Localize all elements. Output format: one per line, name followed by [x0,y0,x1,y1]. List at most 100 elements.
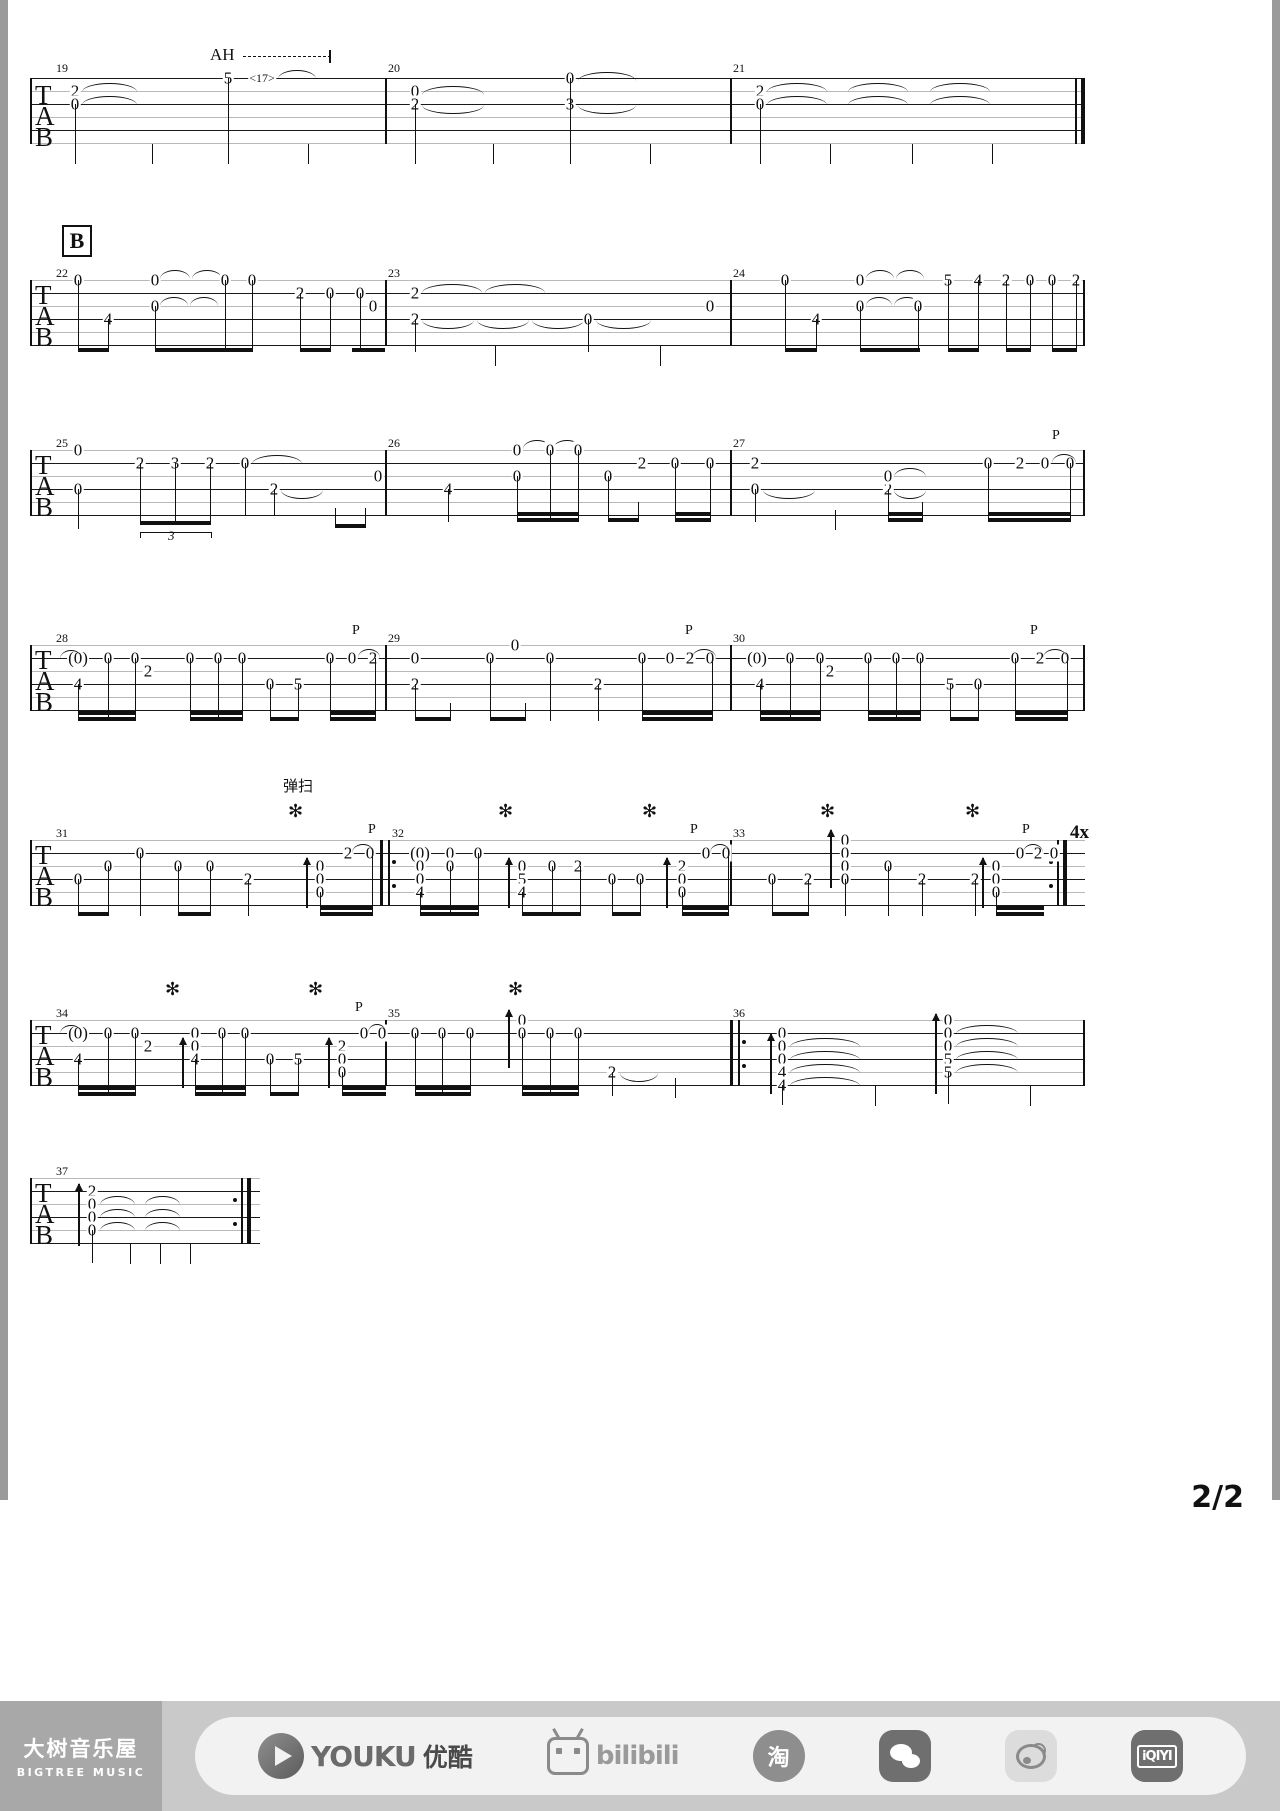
strum-asterisk-icon: ✻ [288,801,304,821]
play-icon [258,1733,305,1779]
youku-text: YOUKU [311,1739,417,1773]
logo-bilibili[interactable]: bilibili [546,1737,680,1775]
tab-clef: T A B [35,280,55,353]
pull-off-label: P [355,1000,363,1015]
tab-note: 0 [367,296,379,316]
repeat-times-label: 4x [1070,822,1089,843]
tab-note: 2 [636,453,648,473]
tab-note: 0 [854,270,866,290]
logo-weibo[interactable] [1004,1730,1057,1782]
system-4: T A B 28 29 30 P P P (0) 4 0 0 2 0 0 0 0 [30,623,1085,745]
measure-number: 20 [388,61,400,75]
system-3: T A B 25 26 27 0 0 2 3 2 3 0 2 0 4 [30,428,1085,550]
system-1: T A B AH 19 20 21 2 0 5 <17> 0 2 [30,45,1085,178]
system-2: T A B 22 23 24 0 4 0 0 0 0 2 0 0 [30,266,1085,380]
strum-annotation: 弹扫 [283,777,314,795]
strum-asterisk-icon: ✻ [642,801,658,821]
measure-number: 22 [56,266,68,280]
page-right-margin [1272,0,1280,1500]
tab-clef: T A B [35,1178,55,1251]
tab-note: 2 [1034,648,1046,668]
strum-asterisk-icon: ✻ [498,801,514,821]
triplet-label: 3 [168,528,175,543]
tab-note: 0 [664,648,676,668]
measure-number: 21 [733,61,745,75]
measure-number: 19 [56,61,68,75]
tab-note: 2 [142,661,154,681]
logo-wechat[interactable] [878,1730,931,1782]
strum-asterisk-icon: ✻ [820,801,836,821]
measure-number: 24 [733,266,745,280]
tab-note: 0 [700,843,712,863]
measure-number: 29 [388,631,400,645]
tab-note: 2 [824,661,836,681]
tab-note: 0 [704,296,716,316]
tab-note: 0 [372,466,384,486]
sheet-music-page: T A B AH 19 20 21 2 0 5 <17> 0 2 [0,0,1280,1811]
tab-note: 2 [409,283,421,303]
brand-name-en: BIGTREE MUSIC [16,1766,146,1779]
tab-note: 0 [346,648,358,668]
tab-clef: T A B [35,450,55,523]
pull-off-label: P [1030,623,1038,638]
pull-off-label: P [1022,822,1030,837]
measure-number: 26 [388,436,400,450]
tab-clef: T A B [35,80,55,153]
iqiyi-text: iQIYI [1137,1744,1177,1768]
tab-note: 0 [149,270,161,290]
tab-note: 0 [409,648,421,668]
tab-note: 0 [511,440,523,460]
tv-icon [546,1737,589,1775]
brand-name-cn: 大树音乐屋 [23,1737,139,1761]
tab-note: 0 [1039,453,1051,473]
measure-number: 27 [733,436,745,450]
tab-note: 2 [1014,453,1026,473]
tab-note: 0 [72,440,84,460]
measure-number: 36 [733,1006,745,1020]
logo-youku[interactable]: YOUKU 优酷 [258,1733,473,1779]
strum-asterisk-icon: ✻ [308,979,324,999]
measure-number: 37 [56,1164,68,1178]
brand-logo: 大树音乐屋 BIGTREE MUSIC [0,1701,162,1811]
measure-number: 28 [56,631,68,645]
measure-number: 23 [388,266,400,280]
pull-off-label: P [368,822,376,837]
youku-text-cn: 优酷 [422,1743,473,1772]
tab-note: (0) [746,648,768,668]
pull-off-label: P [352,623,360,638]
bilibili-text: bilibili [595,1741,680,1771]
logo-iqiyi[interactable]: iQIYI [1130,1730,1183,1782]
tab-note: 2 [342,843,354,863]
measure-number: 30 [733,631,745,645]
measure-number: 33 [733,826,745,840]
tab-note: 0 [358,1023,370,1043]
tab-note: 0 [509,635,521,655]
section-marker-b: B [62,225,92,257]
tab-note: 2 [142,1036,154,1056]
logo-taobao[interactable]: 淘 [752,1730,805,1782]
tab-note: 0 [1048,843,1060,863]
tab-clef: T A B [35,840,55,913]
system-7: T A B 37 2 0 0 0 [30,1164,260,1278]
tab-clef: T A B [35,645,55,718]
system-6: T A B 34 35 36 ✻ ✻ ✻ P (0) 4 0 0 2 0 0 4 [30,980,1085,1120]
page-left-margin [0,0,8,1500]
tab-note: 0 [882,466,894,486]
measure-number: 32 [392,826,404,840]
tab-note: 2 [749,453,761,473]
wechat-icon [889,1744,920,1768]
measure-number: 35 [388,1006,400,1020]
footer-bar: 大树音乐屋 BIGTREE MUSIC YOUKU 优酷 bilibili 淘 [0,1701,1280,1811]
measure-number: 31 [56,826,68,840]
tab-clef: T A B [35,1020,55,1093]
tab-note-harmonic: <17> [248,71,276,85]
page-number: 2/2 [1191,1480,1244,1515]
tab-note: 2 [572,856,584,876]
strum-asterisk-icon: ✻ [508,979,524,999]
pull-off-label: P [690,822,698,837]
system-5: T A B 4x 31 32 33 ✻ ✻ ✻ ✻ ✻ P P P 0 0 0 [30,802,1089,940]
pull-off-label: P [1052,428,1060,443]
measure-number: 34 [56,1006,68,1020]
artificial-harmonic-label: AH [210,45,235,64]
platform-logo-bar: YOUKU 优酷 bilibili 淘 iQIYI [195,1717,1246,1795]
